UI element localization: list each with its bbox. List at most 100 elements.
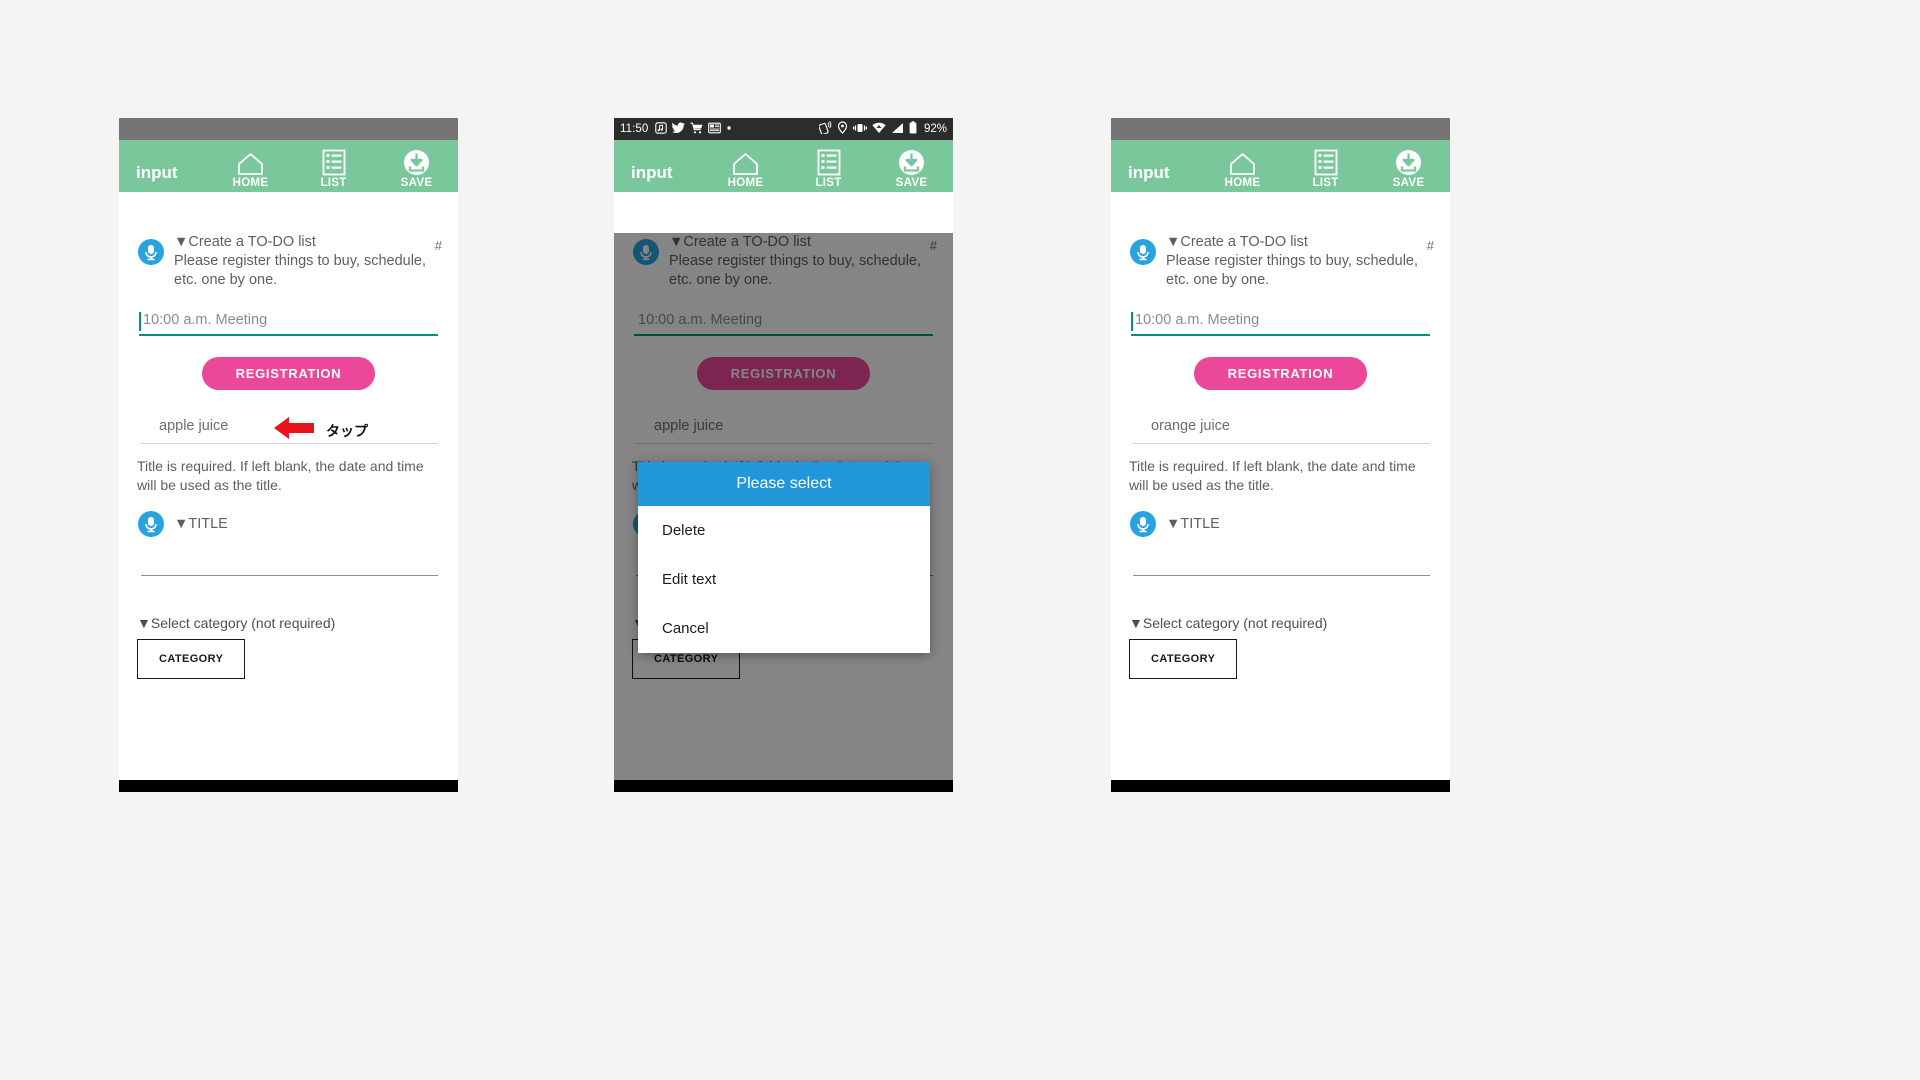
phone-panel-2: 11:50 92% input HOME LIST SAVE # ▼Create… bbox=[614, 118, 953, 792]
status-bar: 11:50 92% bbox=[614, 118, 953, 140]
phone-panel-3: input HOME LIST SAVE # ▼Create a TO-DO l… bbox=[1111, 118, 1450, 792]
action-save-3[interactable]: SAVE bbox=[1367, 148, 1450, 192]
android-navigation-bar bbox=[614, 780, 953, 792]
list-item-label-3: orange juice bbox=[1151, 418, 1230, 434]
status-bar-plain bbox=[119, 118, 458, 140]
microphone-icon-title[interactable] bbox=[138, 511, 164, 537]
screenshot-stage: input HOME LIST SAVE # ▼Create a TO-DO l… bbox=[0, 0, 1920, 1080]
dialog-option-cancel[interactable]: Cancel bbox=[638, 604, 930, 653]
registration-row-3: REGISTRATION bbox=[1111, 357, 1450, 390]
list-icon bbox=[322, 148, 346, 176]
title-field-block: ▼TITLE bbox=[119, 511, 458, 537]
app-bar-actions: HOME LIST SAVE bbox=[209, 140, 458, 192]
title-field-block-3: ▼TITLE bbox=[1111, 511, 1450, 537]
status-bar-system-icons: 92% bbox=[818, 120, 947, 137]
action-save-2[interactable]: SAVE bbox=[870, 148, 953, 192]
microphone-icon[interactable] bbox=[1130, 239, 1156, 265]
list-item-row[interactable]: apple juice タップ bbox=[139, 417, 438, 444]
red-left-arrow-icon bbox=[274, 414, 316, 447]
action-list-3[interactable]: LIST bbox=[1284, 148, 1367, 192]
action-list-label-3: LIST bbox=[1312, 177, 1339, 189]
category-button[interactable]: CATEGORY bbox=[137, 639, 246, 679]
screen-body-2: # ▼Create a TO-DO list Please register t… bbox=[614, 233, 953, 780]
hash-marker-3: # bbox=[1426, 238, 1434, 253]
microphone-icon-title[interactable] bbox=[1130, 511, 1156, 537]
category-section-label: ▼Select category (not required) bbox=[137, 615, 336, 631]
action-save-label-3: SAVE bbox=[1392, 177, 1425, 189]
vibrate-icon bbox=[852, 122, 867, 137]
nfc-icon bbox=[818, 120, 832, 137]
registration-row: REGISTRATION bbox=[119, 357, 458, 390]
app-bar: input HOME LIST SAVE bbox=[119, 140, 458, 192]
action-list-label: LIST bbox=[320, 177, 347, 189]
screen-body: # ▼Create a TO-DO list Please register t… bbox=[119, 233, 458, 780]
screen-body-3: # ▼Create a TO-DO list Please register t… bbox=[1111, 233, 1450, 780]
intro-text: ▼Create a TO-DO list Please register thi… bbox=[174, 233, 444, 290]
status-bar-clock: 11:50 bbox=[620, 123, 649, 135]
intro-block: ▼Create a TO-DO list Please register thi… bbox=[119, 233, 458, 290]
title-input-underline-3[interactable] bbox=[1133, 575, 1430, 576]
phone-panel-1: input HOME LIST SAVE # ▼Create a TO-DO l… bbox=[119, 118, 458, 792]
intro-text-3: ▼Create a TO-DO list Please register thi… bbox=[1166, 233, 1436, 290]
action-save-label-2: SAVE bbox=[895, 177, 928, 189]
dialog-option-edit-text[interactable]: Edit text bbox=[638, 555, 930, 604]
title-field-label: ▼TITLE bbox=[174, 516, 228, 532]
intro-block-3: ▼Create a TO-DO list Please register thi… bbox=[1111, 233, 1450, 290]
hash-marker: # bbox=[434, 238, 442, 253]
action-home-label-2: HOME bbox=[727, 177, 764, 189]
battery-icon bbox=[909, 121, 917, 137]
action-home-label: HOME bbox=[232, 177, 269, 189]
intro-title-3: ▼Create a TO-DO list bbox=[1166, 234, 1308, 250]
status-bar-plain-3 bbox=[1111, 118, 1450, 140]
home-icon bbox=[237, 148, 264, 176]
action-save-label: SAVE bbox=[400, 177, 433, 189]
select-dialog: Please select Delete Edit text Cancel bbox=[638, 462, 930, 653]
category-section-label-3: ▼Select category (not required) bbox=[1129, 615, 1328, 631]
intro-body-3: Please register things to buy, schedule,… bbox=[1166, 253, 1419, 288]
action-list-2[interactable]: LIST bbox=[787, 148, 870, 192]
registration-button-3[interactable]: REGISTRATION bbox=[1193, 357, 1368, 390]
action-save[interactable]: SAVE bbox=[375, 148, 458, 192]
intro-body: Please register things to buy, schedule,… bbox=[174, 253, 427, 288]
twitter-bird-icon bbox=[672, 121, 686, 137]
list-item-row-3[interactable]: orange juice bbox=[1131, 417, 1430, 444]
main-input-field-3[interactable]: 10:00 a.m. Meeting bbox=[1131, 311, 1430, 336]
bottom-bar-blank bbox=[119, 780, 458, 792]
app-bar-actions-2: HOME LIST SAVE bbox=[704, 140, 953, 192]
app-title: input bbox=[136, 163, 178, 182]
category-button-3[interactable]: CATEGORY bbox=[1129, 639, 1238, 679]
main-input-value-3: 10:00 a.m. Meeting bbox=[1135, 312, 1260, 328]
home-icon bbox=[1229, 148, 1256, 176]
signal-icon bbox=[891, 122, 904, 137]
microphone-icon[interactable] bbox=[138, 239, 164, 265]
title-hint: Title is required. If left blank, the da… bbox=[137, 458, 424, 493]
main-input-field[interactable]: 10:00 a.m. Meeting bbox=[139, 311, 438, 336]
dialog-option-delete[interactable]: Delete bbox=[638, 506, 930, 555]
battery-percent-label: 92% bbox=[923, 123, 947, 135]
app-bar-3: input HOME LIST SAVE bbox=[1111, 140, 1450, 192]
app-bar-actions-3: HOME LIST SAVE bbox=[1201, 140, 1450, 192]
home-icon bbox=[732, 148, 759, 176]
list-icon bbox=[1314, 148, 1338, 176]
shopping-cart-icon bbox=[690, 122, 703, 137]
list-item-label: apple juice bbox=[159, 418, 229, 434]
tap-annotation: タップ bbox=[274, 414, 368, 447]
title-input-underline[interactable] bbox=[141, 575, 438, 576]
action-home[interactable]: HOME bbox=[209, 148, 292, 192]
title-field-label-3: ▼TITLE bbox=[1166, 516, 1220, 532]
action-home-3[interactable]: HOME bbox=[1201, 148, 1284, 192]
intro-title: ▼Create a TO-DO list bbox=[174, 234, 316, 250]
save-download-icon bbox=[1395, 148, 1422, 176]
music-note-icon bbox=[655, 121, 668, 137]
app-title-2: input bbox=[631, 163, 673, 182]
action-home-label-3: HOME bbox=[1224, 177, 1261, 189]
location-pin-icon bbox=[837, 121, 848, 137]
registration-button[interactable]: REGISTRATION bbox=[201, 357, 376, 390]
action-list[interactable]: LIST bbox=[292, 148, 375, 192]
app-title-3: input bbox=[1128, 163, 1170, 182]
save-download-icon bbox=[403, 148, 430, 176]
action-home-2[interactable]: HOME bbox=[704, 148, 787, 192]
tap-annotation-label: タップ bbox=[326, 423, 368, 440]
app-bar-2: input HOME LIST SAVE bbox=[614, 140, 953, 192]
save-download-icon bbox=[898, 148, 925, 176]
